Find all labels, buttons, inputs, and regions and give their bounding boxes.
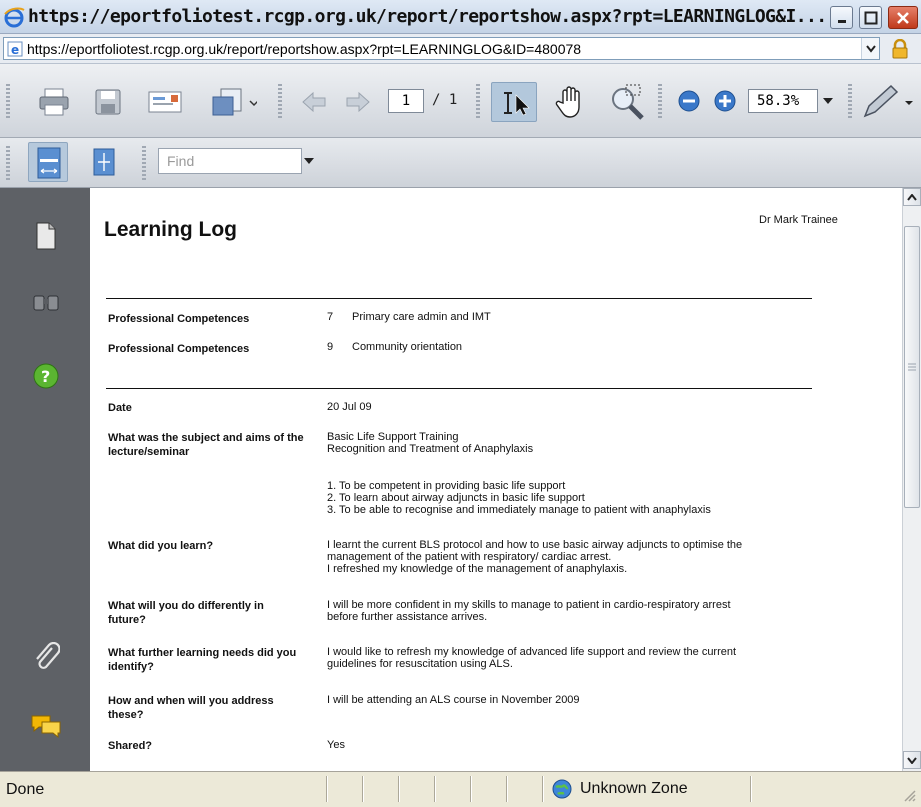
zoom-in-icon[interactable] bbox=[710, 86, 740, 116]
competence-label: Professional Competences bbox=[108, 343, 250, 355]
toolbar-grip bbox=[6, 84, 10, 118]
url-field[interactable]: e https://eportfoliotest.rcgp.org.uk/rep… bbox=[3, 37, 880, 60]
svg-text:?: ? bbox=[41, 367, 50, 386]
toolbar-grip bbox=[848, 84, 852, 118]
next-page-icon[interactable] bbox=[340, 84, 376, 120]
close-button[interactable] bbox=[888, 6, 918, 29]
save-icon[interactable] bbox=[88, 84, 128, 120]
competence-number: 9 bbox=[327, 341, 334, 353]
help-icon[interactable]: ? bbox=[28, 358, 64, 394]
ie-logo-icon bbox=[3, 6, 25, 28]
report-author: Dr Mark Trainee bbox=[759, 214, 838, 226]
field-label-subject: What was the subject and aims of the lec… bbox=[108, 432, 304, 458]
attachment-icon[interactable] bbox=[28, 640, 64, 676]
previous-page-icon[interactable] bbox=[296, 84, 332, 120]
vertical-scrollbar[interactable] bbox=[902, 188, 921, 771]
fit-page-icon[interactable] bbox=[86, 144, 122, 180]
email-icon[interactable] bbox=[142, 84, 188, 120]
status-divider bbox=[750, 776, 752, 802]
address-bar: e https://eportfoliotest.rcgp.org.uk/rep… bbox=[0, 34, 921, 64]
find-dropdown-button[interactable] bbox=[302, 148, 316, 174]
report-title: Learning Log bbox=[104, 218, 237, 241]
field-value-learning-needs: I would like to refresh my knowledge of … bbox=[327, 646, 737, 670]
field-value-learned: I learnt the current BLS protocol and ho… bbox=[327, 539, 743, 575]
maximize-button[interactable] bbox=[859, 6, 882, 29]
title-bar: https://eportfoliotest.rcgp.org.uk/repor… bbox=[0, 0, 921, 34]
scroll-thumb[interactable] bbox=[904, 226, 920, 508]
hand-tool-icon[interactable] bbox=[548, 82, 592, 122]
find-toolbar: Find bbox=[0, 138, 921, 188]
toolbar-grip bbox=[6, 146, 10, 180]
field-value-differently: I will be more confident in my skills to… bbox=[327, 599, 731, 623]
url-dropdown-button[interactable] bbox=[861, 38, 879, 59]
page-icon: e bbox=[7, 41, 23, 57]
field-value-subject: Basic Life Support Training Recognition … bbox=[327, 431, 534, 455]
security-zone: Unknown Zone bbox=[552, 779, 688, 799]
status-divider bbox=[434, 776, 436, 802]
comments-icon[interactable] bbox=[28, 708, 64, 744]
field-value-shared: Yes bbox=[327, 739, 345, 751]
globe-icon bbox=[552, 779, 572, 799]
field-label-learning-needs: What further learning needs did you iden… bbox=[108, 647, 297, 673]
toolbar-grip bbox=[658, 84, 662, 118]
status-divider bbox=[326, 776, 328, 802]
pages-icon[interactable] bbox=[28, 218, 64, 254]
scroll-down-button[interactable] bbox=[903, 751, 921, 769]
select-tool-button[interactable] bbox=[491, 82, 537, 122]
divider bbox=[106, 298, 812, 299]
competence-number: 7 bbox=[327, 311, 334, 323]
competence-value: Primary care admin and IMT bbox=[352, 311, 491, 323]
zoom-dropdown-button[interactable] bbox=[820, 89, 836, 113]
field-value-date: 20 Jul 09 bbox=[327, 401, 372, 413]
annotate-pen-icon[interactable] bbox=[860, 82, 918, 122]
minimize-button[interactable] bbox=[830, 6, 853, 29]
viewer-toolbar: 1 / 1 58.3% bbox=[0, 64, 921, 138]
find-input[interactable]: Find bbox=[158, 148, 302, 174]
url-text: https://eportfoliotest.rcgp.org.uk/repor… bbox=[27, 40, 582, 57]
zoom-level-select[interactable]: 58.3% bbox=[748, 89, 818, 113]
navigation-sidebar: ? bbox=[0, 188, 90, 771]
scroll-up-button[interactable] bbox=[903, 188, 921, 206]
page-number-input[interactable]: 1 bbox=[388, 89, 424, 113]
field-label-shared: Shared? bbox=[108, 740, 153, 752]
field-value-aims: 1. To be competent in providing basic li… bbox=[327, 480, 711, 516]
resize-grip-icon[interactable] bbox=[902, 788, 916, 807]
print-icon[interactable] bbox=[34, 84, 74, 120]
status-divider bbox=[542, 776, 544, 802]
status-divider bbox=[362, 776, 364, 802]
zone-label: Unknown Zone bbox=[580, 780, 688, 797]
field-label-date: Date bbox=[108, 402, 132, 414]
competence-label: Professional Competences bbox=[108, 313, 250, 325]
field-value-address: I will be attending an ALS course in Nov… bbox=[327, 694, 580, 706]
competence-value: Community orientation bbox=[352, 341, 463, 353]
toolbar-grip bbox=[278, 84, 282, 118]
field-label-learned: What did you learn? bbox=[108, 540, 214, 552]
report-document: Learning Log Dr Mark Trainee Professiona… bbox=[90, 188, 902, 771]
status-divider bbox=[398, 776, 400, 802]
status-text: Done bbox=[6, 781, 45, 798]
fit-width-button[interactable] bbox=[28, 142, 68, 182]
export-icon[interactable] bbox=[205, 84, 261, 120]
lock-icon[interactable] bbox=[882, 38, 918, 60]
window-title: https://eportfoliotest.rcgp.org.uk/repor… bbox=[28, 6, 827, 27]
field-label-address: How and when will you address these? bbox=[108, 695, 274, 721]
divider bbox=[106, 388, 812, 389]
page-total: / 1 bbox=[432, 92, 458, 108]
status-bar: Done Unknown Zone bbox=[0, 771, 921, 807]
marquee-zoom-icon[interactable] bbox=[604, 80, 652, 124]
status-divider bbox=[470, 776, 472, 802]
toolbar-grip bbox=[142, 146, 146, 180]
toolbar-grip bbox=[476, 84, 480, 118]
status-divider bbox=[506, 776, 508, 802]
binoculars-icon[interactable] bbox=[28, 284, 64, 320]
zoom-out-icon[interactable] bbox=[674, 86, 704, 116]
field-label-differently: What will you do differently in future? bbox=[108, 600, 264, 626]
svg-text:e: e bbox=[11, 43, 19, 57]
